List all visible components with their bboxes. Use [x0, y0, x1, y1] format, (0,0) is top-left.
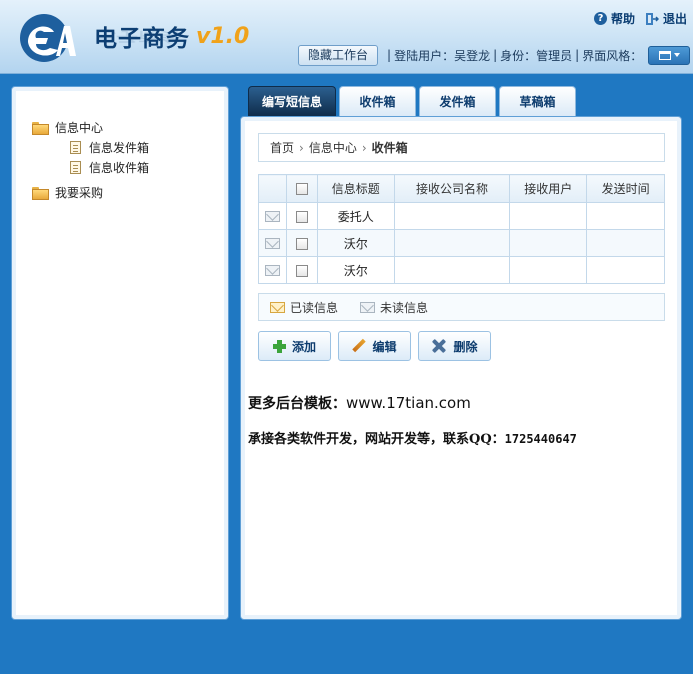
promo-contact: 承接各类软件开发，网站开发等，联系QQ：: [248, 432, 505, 447]
table-header-user[interactable]: 接收用户: [509, 174, 588, 203]
add-label: 添加: [291, 339, 316, 354]
top-links: ? 帮助 退出: [593, 10, 687, 27]
folder-open-icon: [32, 121, 49, 135]
style-dropdown-button[interactable]: [648, 45, 691, 65]
cell-company: [393, 229, 511, 257]
help-label: 帮助: [610, 12, 635, 26]
role-info: 身份：管理员: [500, 48, 573, 63]
promo-url[interactable]: www.17tian.com: [346, 394, 471, 412]
sidebar-item-label: 信息收件箱: [89, 160, 150, 175]
chevron-right-icon: ›: [361, 140, 367, 155]
sidebar-item-label: 信息发件箱: [89, 140, 150, 155]
action-buttons: 添加 编辑 删除: [258, 331, 491, 361]
exit-icon: [645, 12, 659, 25]
tab-bar: 编写短信息 收件箱 发件箱 草稿箱: [248, 86, 576, 116]
cell-user: [509, 202, 588, 230]
sidebar-item-outbox[interactable]: 信息发件箱: [32, 137, 149, 157]
table-header-row: 信息标题 接收公司名称 接收用户 发送时间: [258, 174, 665, 203]
table-header-icon: [258, 174, 287, 203]
unread-envelope-icon: [360, 301, 376, 313]
unread-envelope-icon: [264, 265, 280, 276]
document-icon: [70, 140, 81, 154]
header: 电子商务 v1.0 电子商务 ? 帮助 退出 隐藏工作台 | 登陆用户：吴登龙 …: [0, 0, 693, 74]
table-row[interactable]: 委托人: [258, 202, 665, 230]
plus-icon: [272, 339, 286, 353]
delete-label: 删除: [453, 339, 478, 354]
cell-time: [586, 202, 665, 230]
pencil-icon: [352, 339, 366, 353]
table-header-select: [285, 174, 318, 203]
user-info: 登陆用户：吴登龙: [394, 48, 491, 63]
sidebar-item-info-center[interactable]: 信息中心: [32, 117, 149, 137]
table-header-company[interactable]: 接收公司名称: [393, 174, 511, 203]
table-row[interactable]: 沃尔: [258, 256, 665, 284]
cell-company: [393, 256, 511, 284]
promo-line-1: 更多后台模板：www.17tian.com: [248, 393, 471, 413]
folder-icon: [32, 186, 49, 200]
row-checkbox[interactable]: [295, 264, 308, 277]
cell-company: [393, 202, 511, 230]
sidebar: 信息中心 信息发件箱 信息收件箱 我要采购: [11, 86, 229, 620]
logo-reflection: 电子商务: [94, 28, 183, 44]
row-checkbox[interactable]: [295, 210, 308, 223]
user-bar: 隐藏工作台 | 登陆用户：吴登龙 | 身份：管理员 | 界面风格：: [298, 44, 691, 66]
cell-title[interactable]: 沃尔: [316, 256, 395, 284]
style-label: 界面风格：: [582, 48, 643, 63]
logo-icon: [20, 14, 76, 62]
sidebar-item-inbox[interactable]: 信息收件箱: [32, 157, 149, 177]
sidebar-item-purchase[interactable]: 我要采购: [32, 182, 149, 202]
window-icon: [658, 50, 671, 60]
table-header-title[interactable]: 信息标题: [316, 174, 395, 203]
help-link[interactable]: ? 帮助: [593, 10, 635, 27]
legend: 已读信息 未读信息: [258, 293, 665, 321]
chevron-right-icon: ›: [299, 140, 304, 155]
breadcrumb-section[interactable]: 信息中心: [309, 139, 357, 156]
tab-outbox[interactable]: 发件箱: [419, 86, 496, 116]
edit-label: 编辑: [372, 339, 397, 354]
tab-drafts[interactable]: 草稿箱: [499, 86, 576, 116]
legend-unread: 未读信息: [380, 300, 429, 315]
breadcrumb-home[interactable]: 首页: [270, 139, 294, 156]
promo-qq: 1725440647: [504, 432, 577, 446]
cell-user: [509, 256, 588, 284]
select-all-checkbox[interactable]: [295, 183, 308, 195]
table-row[interactable]: 沃尔: [258, 229, 665, 257]
delete-button[interactable]: 删除: [418, 331, 491, 361]
edit-button[interactable]: 编辑: [338, 331, 411, 361]
tab-inbox[interactable]: 收件箱: [339, 86, 416, 116]
logo-version: v1.0: [196, 24, 250, 49]
unread-envelope-icon: [264, 211, 280, 222]
exit-link[interactable]: 退出: [645, 10, 687, 27]
document-icon: [70, 160, 81, 174]
cell-time: [586, 256, 665, 284]
sidebar-item-label: 我要采购: [55, 185, 104, 200]
promo-line-2: 承接各类软件开发，网站开发等，联系QQ：1725440647: [248, 428, 577, 447]
message-table: 信息标题 接收公司名称 接收用户 发送时间 委托人 沃尔 沃尔: [258, 174, 665, 284]
cell-title[interactable]: 沃尔: [316, 229, 395, 257]
cell-user: [509, 229, 588, 257]
table-header-time[interactable]: 发送时间: [586, 174, 665, 203]
sidebar-tree: 信息中心 信息发件箱 信息收件箱 我要采购: [32, 117, 149, 202]
unread-envelope-icon: [264, 238, 280, 249]
read-envelope-icon: [270, 301, 285, 313]
promo-prefix: 更多后台模板：: [248, 396, 346, 412]
sidebar-item-label: 信息中心: [55, 120, 104, 135]
hide-workbench-button[interactable]: 隐藏工作台: [298, 44, 379, 66]
breadcrumb-current: 收件箱: [371, 141, 408, 155]
breadcrumb: 首页 › 信息中心 › 收件箱: [258, 133, 665, 162]
cell-time: [586, 229, 665, 257]
tab-compose[interactable]: 编写短信息: [248, 86, 336, 116]
cell-title[interactable]: 委托人: [316, 202, 395, 230]
row-checkbox[interactable]: [295, 237, 308, 250]
exit-label: 退出: [662, 12, 687, 26]
chevron-down-icon: [673, 53, 680, 57]
help-icon: ?: [593, 12, 607, 25]
legend-read: 已读信息: [290, 300, 339, 315]
add-button[interactable]: 添加: [258, 331, 331, 361]
delete-icon: [431, 338, 447, 354]
